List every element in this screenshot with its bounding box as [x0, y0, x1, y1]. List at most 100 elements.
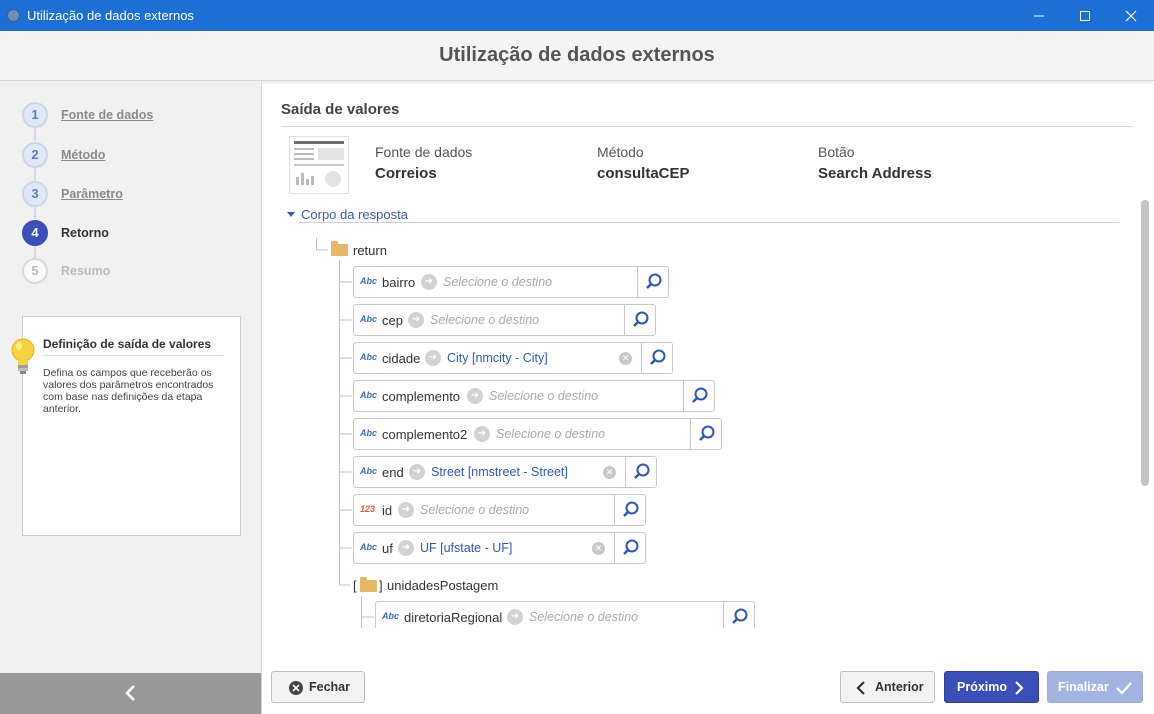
finish-button-label: Finalizar [1058, 680, 1109, 694]
close-button-label: Fechar [309, 680, 350, 694]
close-window-button[interactable] [1108, 0, 1154, 31]
step-number: 1 [22, 102, 48, 128]
tree-node-return: return [353, 243, 387, 258]
destination-field[interactable]: Selecione o destino [443, 275, 552, 289]
destination-field[interactable]: Selecione o destino [420, 503, 529, 517]
close-button[interactable]: Fechar [271, 671, 365, 703]
step-connector [34, 206, 36, 219]
vertical-scrollbar[interactable] [1141, 200, 1149, 486]
search-icon [650, 349, 666, 365]
search-button[interactable] [641, 343, 672, 373]
previous-button-label: Anterior [875, 680, 924, 694]
step-label: Método [61, 148, 106, 162]
minimize-icon [1034, 15, 1044, 17]
destination-field[interactable]: Selecione o destino [496, 427, 605, 441]
close-circle-icon [289, 681, 303, 695]
response-body-toggle[interactable]: Corpo da resposta [287, 207, 408, 222]
destination-field[interactable]: Street [nmstreet - Street] [431, 465, 568, 479]
help-box: Definição de saída de valores Defina os … [11, 316, 241, 536]
check-icon [1116, 682, 1132, 695]
finish-button[interactable]: Finalizar [1047, 671, 1143, 703]
window-titlebar: Utilização de dados externos [0, 0, 1154, 31]
destination-field[interactable]: Selecione o destino [489, 389, 598, 403]
tree-node-unidadespostagem: unidadesPostagem [387, 578, 499, 593]
field-name: id [382, 503, 393, 518]
step-number: 2 [22, 142, 48, 168]
field-row-id: 123 id ➜ Selecione o destino [353, 494, 646, 526]
search-button[interactable] [614, 533, 645, 563]
field-name: complemento [382, 389, 461, 404]
page-header: Utilização de dados externos [0, 31, 1154, 81]
step-label: Fonte de dados [61, 108, 154, 122]
close-icon [1125, 10, 1137, 22]
step-label: Resumo [61, 264, 111, 278]
divider [299, 222, 1119, 223]
text-type-icon: Abc [360, 542, 378, 552]
search-button[interactable] [614, 495, 645, 525]
destination-field[interactable]: Selecione o destino [430, 313, 539, 327]
collapse-sidebar-button[interactable] [0, 673, 261, 714]
caret-down-icon [287, 212, 295, 217]
data-source-value: Correios [375, 165, 437, 182]
help-text: Defina os campos que receberão os valore… [43, 367, 214, 415]
step-number: 4 [22, 220, 48, 246]
lightbulb-icon [11, 338, 35, 374]
response-tree: return Abc bairro ➜ Selecione o destino … [262, 230, 1142, 628]
step-number: 3 [22, 181, 48, 207]
field-name: bairro [382, 275, 416, 290]
clear-icon[interactable]: ✕ [603, 466, 616, 479]
step-connector [34, 127, 36, 141]
search-icon [692, 387, 708, 403]
step-number: 5 [22, 258, 48, 284]
field-row-complemento2: Abc complemento2 ➜ Selecione o destino [353, 418, 722, 450]
search-icon [732, 608, 748, 624]
arrow-right-icon: ➜ [507, 609, 523, 625]
previous-button[interactable]: Anterior [840, 671, 935, 703]
maximize-icon [1080, 11, 1090, 21]
destination-field[interactable]: Selecione o destino [529, 610, 638, 624]
search-button[interactable] [625, 457, 656, 487]
data-source-info: Fonte de dados Correios [375, 144, 472, 182]
arrow-right-icon: ➜ [467, 388, 483, 404]
step-label: Parâmetro [61, 187, 123, 201]
chevron-left-icon [124, 685, 135, 701]
search-button[interactable] [683, 381, 714, 411]
method-value: consultaCEP [597, 165, 690, 182]
button-label: Botão [818, 144, 855, 160]
field-name: cep [382, 313, 403, 328]
destination-field[interactable]: City [nmcity - City] [447, 351, 548, 365]
next-button[interactable]: Próximo [944, 671, 1039, 703]
arrow-right-icon: ➜ [408, 312, 424, 328]
search-button[interactable] [637, 267, 668, 297]
destination-field[interactable]: UF [ufstate - UF] [420, 541, 512, 555]
field-row-complemento: Abc complemento ➜ Selecione o destino [353, 380, 715, 412]
chevron-right-icon [1015, 681, 1024, 695]
search-icon [623, 501, 639, 517]
next-button-label: Próximo [957, 680, 1008, 694]
array-bracket-open: [ [353, 578, 357, 593]
text-type-icon: Abc [360, 428, 378, 438]
field-row-diretoriaregional: Abc diretoriaRegional ➜ Selecione o dest… [375, 601, 755, 628]
field-name: end [382, 465, 404, 480]
search-button[interactable] [723, 602, 754, 628]
window-title: Utilização de dados externos [27, 8, 194, 23]
text-type-icon: Abc [360, 314, 378, 324]
data-source-label: Fonte de dados [375, 144, 473, 160]
help-title: Definição de saída de valores [43, 337, 212, 351]
clear-icon[interactable]: ✕ [592, 542, 605, 555]
search-button[interactable] [624, 305, 655, 335]
text-type-icon: Abc [360, 352, 378, 362]
search-icon [623, 539, 639, 555]
chevron-left-icon [856, 681, 865, 695]
minimize-button[interactable] [1016, 0, 1062, 31]
clear-icon[interactable]: ✕ [619, 352, 632, 365]
array-bracket-close: ] [379, 578, 383, 593]
field-name: cidade [382, 351, 421, 366]
maximize-button[interactable] [1062, 0, 1108, 31]
field-row-cep: Abc cep ➜ Selecione o destino [353, 304, 656, 336]
field-name: diretoriaRegional [404, 610, 503, 625]
document-thumbnail-icon [289, 136, 349, 194]
search-button[interactable] [690, 419, 721, 449]
text-type-icon: Abc [360, 390, 378, 400]
divider [43, 355, 223, 356]
